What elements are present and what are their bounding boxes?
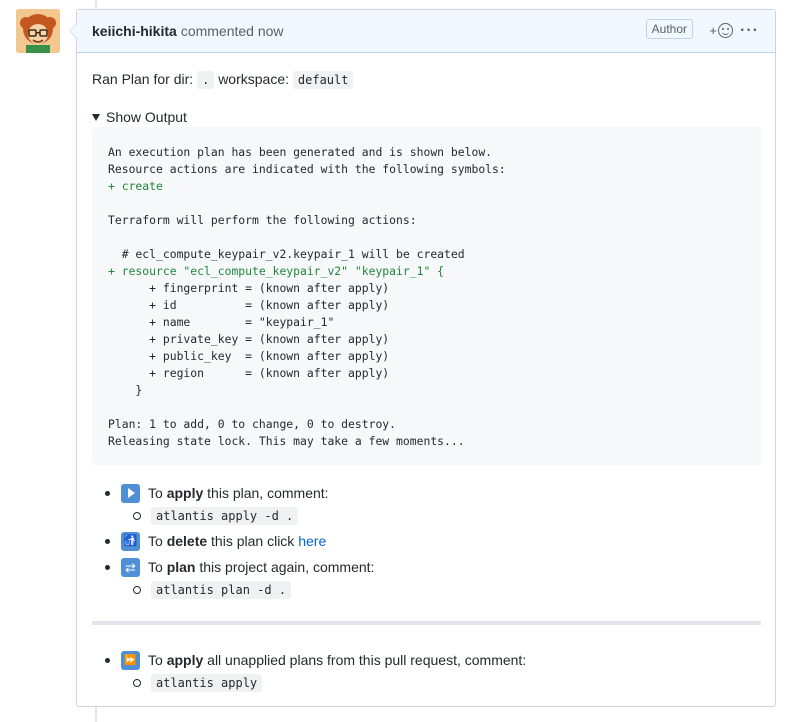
output-line: Releasing state lock. This may take a fe… (108, 434, 465, 448)
list-item: To delete this plan click here (92, 530, 374, 552)
show-output-label: Show Output (106, 109, 187, 125)
delete-bold: delete (166, 533, 208, 549)
comment-timestamp[interactable]: commented now (181, 23, 284, 39)
apply-all-bold: apply (166, 652, 204, 668)
smiley-icon (718, 23, 733, 38)
workspace-label: workspace: (218, 71, 289, 87)
plan-pre: To (148, 559, 163, 575)
play-icon (121, 483, 140, 503)
trash-icon (121, 531, 140, 551)
reaction-plus: + (709, 23, 717, 38)
apply-all-command-item: atlantis apply (92, 671, 526, 695)
plan-summary-line: Ran Plan for dir: . workspace: default (92, 71, 354, 89)
comment-author[interactable]: keiichi-hikita (92, 23, 177, 39)
apply-all-post: all unapplied plans from this pull reque… (207, 652, 527, 668)
output-line: # ecl_compute_keypair_v2.keypair_1 will … (108, 247, 465, 261)
apply-pre: To (148, 485, 163, 501)
delete-item: To delete this plan click here (92, 530, 374, 552)
apply-command: atlantis apply -d . (151, 507, 299, 525)
apply-all-list: To apply all unapplied plans from this p… (92, 649, 526, 695)
apply-all-pre: To (148, 652, 163, 668)
action-list: To apply this plan, comment: atlantis ap… (92, 482, 374, 602)
output-line: + resource "ecl_compute_keypair_v2" "key… (108, 264, 445, 278)
list-item: To apply all unapplied plans from this p… (92, 649, 526, 695)
apply-command-item: atlantis apply -d . (92, 504, 374, 528)
output-line: + private_key = (known after apply) (108, 332, 390, 346)
output-line: + create (108, 179, 163, 193)
output-line: Resource actions are indicated with the … (108, 162, 506, 176)
delete-pre: To (148, 533, 163, 549)
plan-dir: . (197, 71, 215, 89)
apply-post: this plan, comment: (207, 485, 329, 501)
plan-workspace: default (292, 71, 354, 89)
comment-box: keiichi-hikita commented now Author + ··… (69, 9, 776, 707)
repeat-icon (121, 557, 140, 577)
plan-output: An execution plan has been generated and… (92, 127, 761, 465)
fast-forward-icon (121, 650, 140, 670)
apply-all-item: To apply all unapplied plans from this p… (92, 649, 526, 671)
plan-item: To plan this project again, comment: (92, 556, 374, 578)
output-line: + region = (known after apply) (108, 366, 390, 380)
delete-post: this plan click (211, 533, 295, 549)
plan-command-item: atlantis plan -d . (92, 578, 374, 602)
avatar-image-icon (16, 9, 60, 53)
author-badge: Author (645, 19, 693, 39)
plan-command: atlantis plan -d . (151, 581, 292, 599)
add-reaction-button[interactable]: + (709, 23, 733, 38)
list-item: To apply this plan, comment: atlantis ap… (92, 482, 374, 528)
apply-bold: apply (166, 485, 204, 501)
show-output-toggle[interactable]: Show Output (92, 109, 187, 125)
output-line: Terraform will perform the following act… (108, 213, 417, 227)
output-line: An execution plan has been generated and… (108, 145, 493, 159)
plan-post: this project again, comment: (199, 559, 375, 575)
output-line: + name = "keypair_1" (108, 315, 335, 329)
output-line: + id = (known after apply) (108, 298, 390, 312)
plan-prefix: Ran Plan for dir: (92, 71, 194, 87)
output-line: Plan: 1 to add, 0 to change, 0 to destro… (108, 417, 397, 431)
avatar[interactable] (16, 9, 60, 53)
output-line: + public_key = (known after apply) (108, 349, 390, 363)
divider (92, 621, 761, 625)
disclosure-triangle-icon (92, 113, 100, 121)
list-item: To plan this project again, comment: atl… (92, 556, 374, 602)
delete-here-link[interactable]: here (298, 533, 326, 549)
output-line: + fingerprint = (known after apply) (108, 281, 390, 295)
apply-all-command: atlantis apply (151, 674, 263, 692)
more-options-icon[interactable]: ··· (740, 22, 759, 40)
plan-bold: plan (166, 559, 196, 575)
output-line: } (108, 383, 143, 397)
comment-header: keiichi-hikita commented now Author + ··… (77, 10, 775, 53)
apply-item: To apply this plan, comment: (92, 482, 374, 504)
